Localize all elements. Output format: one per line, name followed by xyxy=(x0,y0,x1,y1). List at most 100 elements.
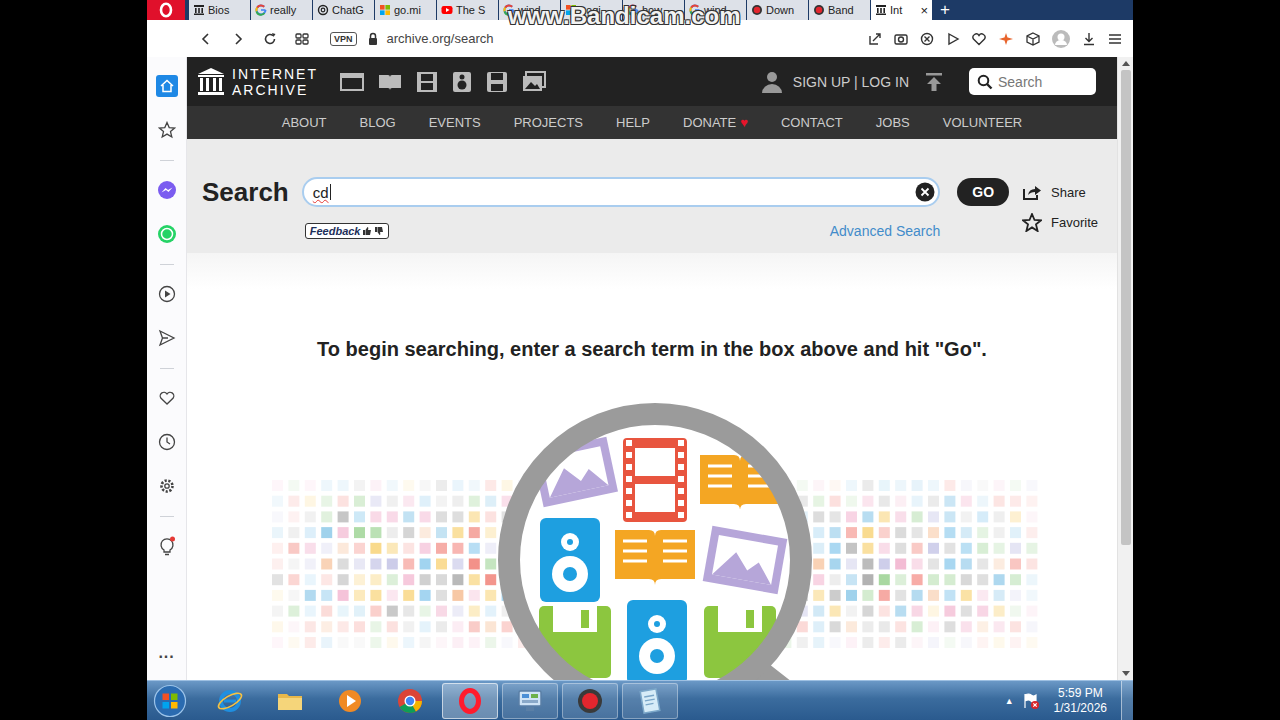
share-page-icon[interactable] xyxy=(867,31,883,47)
upload-icon[interactable] xyxy=(925,72,943,92)
sidebar-item[interactable] xyxy=(147,272,187,316)
blocker-icon[interactable] xyxy=(919,31,935,47)
nav-item[interactable]: BLOG xyxy=(360,115,396,130)
sidebar-item[interactable] xyxy=(147,316,187,360)
browser-tab[interactable]: Down xyxy=(747,0,808,20)
nav-item[interactable]: JOBS xyxy=(876,115,910,130)
taskbar-button[interactable] xyxy=(562,683,618,719)
favicon-icon xyxy=(813,4,825,16)
header-search-field[interactable]: Search xyxy=(969,68,1096,95)
tab-grid-icon[interactable] xyxy=(294,31,310,47)
show-hidden-icons-button[interactable]: ▲ xyxy=(1005,696,1014,706)
sidebar-item[interactable] xyxy=(147,524,187,568)
images-icon[interactable] xyxy=(522,71,546,93)
browser-tab[interactable]: go.mi xyxy=(375,0,436,20)
nav-item[interactable]: EVENTS xyxy=(429,115,481,130)
favicon-icon xyxy=(255,4,267,16)
url-field[interactable]: archive.org/search xyxy=(387,31,494,46)
user-icon[interactable] xyxy=(761,70,783,94)
tab-label: ChatG xyxy=(332,4,364,16)
scrollbar[interactable] xyxy=(1117,57,1133,680)
sidebar-more-button[interactable]: ··· xyxy=(159,648,175,666)
sign-up-log-in-link[interactable]: SIGN UP | LOG IN xyxy=(793,74,909,90)
tab-label: Band xyxy=(828,4,854,16)
browser-tab[interactable]: Band xyxy=(809,0,870,20)
taskbar-button[interactable] xyxy=(442,683,498,719)
browser-tab[interactable]: The S xyxy=(437,0,498,20)
clock[interactable]: 5:59 PM1/31/2026 xyxy=(1048,686,1113,716)
nav-item[interactable]: DONATE♥ xyxy=(683,115,748,130)
nav-item[interactable]: VOLUNTEER xyxy=(943,115,1022,130)
action-center-flag-icon[interactable] xyxy=(1022,692,1040,710)
go-button[interactable]: GO xyxy=(957,178,1009,206)
favorite-label: Favorite xyxy=(1051,215,1098,230)
browser-tab[interactable]: ChatG xyxy=(313,0,374,20)
site-header: INTERNETARCHIVE SIGN UP | LOG IN Search xyxy=(187,57,1117,106)
favicon-icon xyxy=(441,4,453,16)
sidebar-item[interactable] xyxy=(147,212,187,256)
clear-icon[interactable] xyxy=(915,182,935,202)
taskbar-button[interactable] xyxy=(202,683,258,719)
scroll-down-icon[interactable] xyxy=(1122,671,1130,676)
clock-date: 1/31/2026 xyxy=(1054,701,1107,716)
forward-icon[interactable] xyxy=(230,31,246,47)
browser-tab[interactable]: really xyxy=(251,0,312,20)
app-icon xyxy=(216,687,244,715)
search-query: cd xyxy=(313,184,329,201)
video-icon[interactable] xyxy=(416,71,438,93)
taskbar-button[interactable] xyxy=(622,683,678,719)
send-icon xyxy=(158,329,176,347)
system-tray: ▲ 5:59 PM1/31/2026 xyxy=(1005,681,1133,720)
sidebar-item[interactable] xyxy=(147,464,187,508)
feedback-button[interactable]: Feedback xyxy=(305,223,390,239)
nav-item[interactable]: CONTACT xyxy=(781,115,843,130)
tab-close-button[interactable]: × xyxy=(920,3,928,18)
heart-icon[interactable] xyxy=(971,31,987,47)
taskbar-button[interactable] xyxy=(262,683,318,719)
star-icon xyxy=(1022,213,1042,232)
web-icon[interactable] xyxy=(340,72,364,92)
software-icon[interactable] xyxy=(486,71,508,93)
texts-icon[interactable] xyxy=(378,72,402,92)
player-icon[interactable] xyxy=(945,31,961,47)
snapshot-icon[interactable] xyxy=(893,31,909,47)
vpn-badge[interactable]: VPN xyxy=(330,32,357,46)
browser-tab[interactable]: Int× xyxy=(871,0,932,20)
lock-icon[interactable] xyxy=(367,32,379,46)
start-button[interactable] xyxy=(152,684,188,718)
sidebar-item[interactable] xyxy=(147,376,187,420)
opera-menu-button[interactable] xyxy=(147,0,185,20)
download-icon[interactable] xyxy=(1081,31,1097,47)
extensions-icon[interactable] xyxy=(1025,31,1041,47)
taskbar-button[interactable] xyxy=(382,683,438,719)
taskbar-button[interactable] xyxy=(322,683,378,719)
sidebar-item[interactable] xyxy=(147,168,187,212)
nav-item[interactable]: PROJECTS xyxy=(514,115,583,130)
sidebar-item[interactable] xyxy=(147,108,187,152)
nav-item[interactable]: HELP xyxy=(616,115,650,130)
menu-icon[interactable] xyxy=(1107,31,1123,47)
sidebar-item[interactable] xyxy=(147,420,187,464)
scroll-thumb[interactable] xyxy=(1121,70,1131,545)
heart-icon xyxy=(158,389,176,407)
taskbar-button[interactable] xyxy=(502,683,558,719)
browser-tab[interactable]: Bios xyxy=(189,0,250,20)
share-button[interactable]: Share xyxy=(1022,177,1098,207)
audio-icon[interactable] xyxy=(452,71,472,93)
scroll-up-icon[interactable] xyxy=(1122,61,1130,66)
back-icon[interactable] xyxy=(198,31,214,47)
nav-item[interactable]: ABOUT xyxy=(282,115,327,130)
favicon-icon xyxy=(875,4,887,16)
sidebar-item[interactable] xyxy=(147,64,187,108)
opera-logo-icon xyxy=(158,2,174,18)
favorite-button[interactable]: Favorite xyxy=(1022,211,1098,233)
new-tab-button[interactable]: + xyxy=(932,0,958,20)
site-logo[interactable]: INTERNETARCHIVE xyxy=(197,66,318,98)
reload-icon[interactable] xyxy=(262,31,278,47)
search-input[interactable]: cd xyxy=(302,177,941,207)
home-icon xyxy=(156,75,178,97)
show-desktop-button[interactable] xyxy=(1121,681,1133,720)
aria-icon[interactable] xyxy=(997,31,1015,47)
advanced-search-link[interactable]: Advanced Search xyxy=(830,223,941,239)
account-icon[interactable] xyxy=(1051,29,1071,49)
